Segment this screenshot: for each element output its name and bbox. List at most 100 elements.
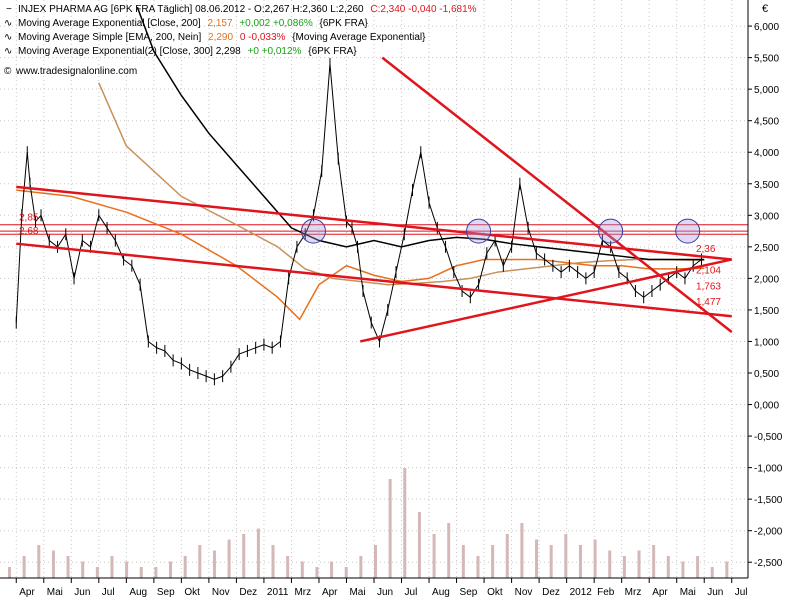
x-tick-label: Okt xyxy=(184,587,200,598)
x-tick-label: Feb xyxy=(597,587,615,598)
x-tick-label: Mai xyxy=(47,587,63,598)
volume-bar xyxy=(271,545,275,578)
highlight-circle xyxy=(466,218,492,244)
volume-bar xyxy=(564,534,568,578)
volume-bar xyxy=(81,561,85,578)
ma2-value: 2,290 xyxy=(208,32,233,43)
header-line1-change: C:2,340 -0,040 -1,681% xyxy=(370,4,476,15)
ma1-label: Moving Average Exponential [Close, 200] xyxy=(18,18,201,29)
ma-line-icon: ∿ xyxy=(4,18,12,29)
price-annotation: 2,36 xyxy=(696,244,716,255)
volume-bar xyxy=(183,556,187,578)
ma1-value: 2,157 xyxy=(208,18,233,29)
x-tick-label: Apr xyxy=(652,587,668,598)
volume-bar xyxy=(286,556,290,578)
volume-bar xyxy=(505,534,509,578)
volume-bar xyxy=(666,556,670,578)
volume-bar xyxy=(359,556,363,578)
ma3-source: {6PK FRA} xyxy=(308,46,357,57)
y-tick-label: -2,500 xyxy=(754,558,783,569)
volume-bar xyxy=(593,539,597,578)
volume-bar xyxy=(696,556,700,578)
y-tick-label: -0,500 xyxy=(754,432,783,443)
volume-bar xyxy=(374,545,377,578)
volume-bar xyxy=(227,539,231,578)
price-annotation: 1,477 xyxy=(696,297,721,308)
source-url[interactable]: www.tradesignalonline.com xyxy=(15,66,137,77)
volume-bar xyxy=(8,567,11,578)
x-tick-label: Nov xyxy=(212,587,230,598)
volume-bar xyxy=(725,561,729,578)
price-annotation: 2,104 xyxy=(696,265,721,276)
y-tick-label: 0,500 xyxy=(754,369,779,380)
header-line3: Moving Average Simple [EMA, 200, Nein] 2… xyxy=(18,32,426,43)
x-tick-label: Jul xyxy=(102,587,115,598)
x-tick-label: Jul xyxy=(405,587,418,598)
volume-bar xyxy=(447,523,451,578)
x-tick-label: Dez xyxy=(239,587,257,598)
ma3-change: +0 +0,012% xyxy=(248,46,302,57)
header-line1-collapse[interactable]: − xyxy=(6,4,12,15)
x-tick-label: Aug xyxy=(129,587,147,598)
x-tick-label: Jun xyxy=(74,587,90,598)
x-tick-label: Okt xyxy=(487,587,503,598)
x-tick-label: Mai xyxy=(349,587,365,598)
volume-bar xyxy=(417,512,421,578)
volume-bar xyxy=(710,567,714,578)
price-annotation: 2,85 xyxy=(19,212,39,223)
ma1-change: +0,002 +0,086% xyxy=(239,18,313,29)
volume-bar xyxy=(330,561,334,578)
ma3-label: Moving Average Exponential(2) [Close, 30… xyxy=(18,46,241,57)
volume-bar xyxy=(461,545,465,578)
volume-bar xyxy=(154,567,158,578)
volume-bar xyxy=(535,539,539,578)
highlight-circle xyxy=(675,218,701,244)
y-tick-label: -2,000 xyxy=(754,527,783,538)
x-tick-label: Apr xyxy=(322,587,338,598)
y-tick-label: 2,000 xyxy=(754,274,779,285)
volume-bar xyxy=(198,545,202,578)
y-tick-label: 5,500 xyxy=(754,54,779,65)
volume-bar xyxy=(388,479,392,578)
x-tick-label: Aug xyxy=(432,587,450,598)
volume-bar xyxy=(95,567,99,578)
volume-bar xyxy=(344,567,348,578)
ma2-change: 0 -0,033% xyxy=(240,32,286,43)
volume-bar xyxy=(242,534,246,578)
volume-bar xyxy=(520,523,524,578)
volume-bar xyxy=(403,468,407,578)
x-tick-label: Mai xyxy=(680,587,696,598)
ma-line-icon: ∿ xyxy=(4,46,12,57)
volume-bar xyxy=(652,545,656,578)
ma-line-icon: ∿ xyxy=(4,32,12,43)
volume-bar xyxy=(169,561,173,578)
y-tick-label: 4,000 xyxy=(754,148,779,159)
x-tick-label: Sep xyxy=(460,587,478,598)
y-tick-label: 3,500 xyxy=(754,180,779,191)
x-tick-label: Jun xyxy=(377,587,393,598)
y-tick-label: -1,000 xyxy=(754,464,783,475)
x-tick-label: Sep xyxy=(157,587,175,598)
x-tick-label: Jun xyxy=(707,587,723,598)
volume-bar xyxy=(622,556,626,578)
y-tick-label: 5,000 xyxy=(754,85,779,96)
price-annotation: 1,763 xyxy=(696,282,721,293)
chart-canvas: 2,36 2,104 1,763 1,477 2,85 2,68 6,000 5,500 5,… xyxy=(0,0,800,600)
y-tick-label: 1,000 xyxy=(754,337,779,348)
volume-bar xyxy=(315,567,319,578)
y-tick-label: 0,000 xyxy=(754,401,779,412)
volume-bar xyxy=(51,550,55,578)
volume-bar xyxy=(125,561,129,578)
volume-bar xyxy=(681,561,685,578)
highlight-circle xyxy=(300,218,326,244)
header-line1: INJEX PHARMA AG [6PK FRA Täglich] 08.06.… xyxy=(18,4,477,15)
copyright-icon: © xyxy=(4,66,12,77)
y-tick-label: 3,000 xyxy=(754,211,779,222)
currency-label: € xyxy=(762,3,768,15)
chart-background xyxy=(0,0,800,600)
highlight-circle xyxy=(598,218,624,244)
price-annotation: 2,68 xyxy=(19,226,39,237)
x-tick-label: 2011 xyxy=(267,587,289,598)
x-tick-label: Mrz xyxy=(294,587,311,598)
x-tick-label: Dez xyxy=(542,587,560,598)
